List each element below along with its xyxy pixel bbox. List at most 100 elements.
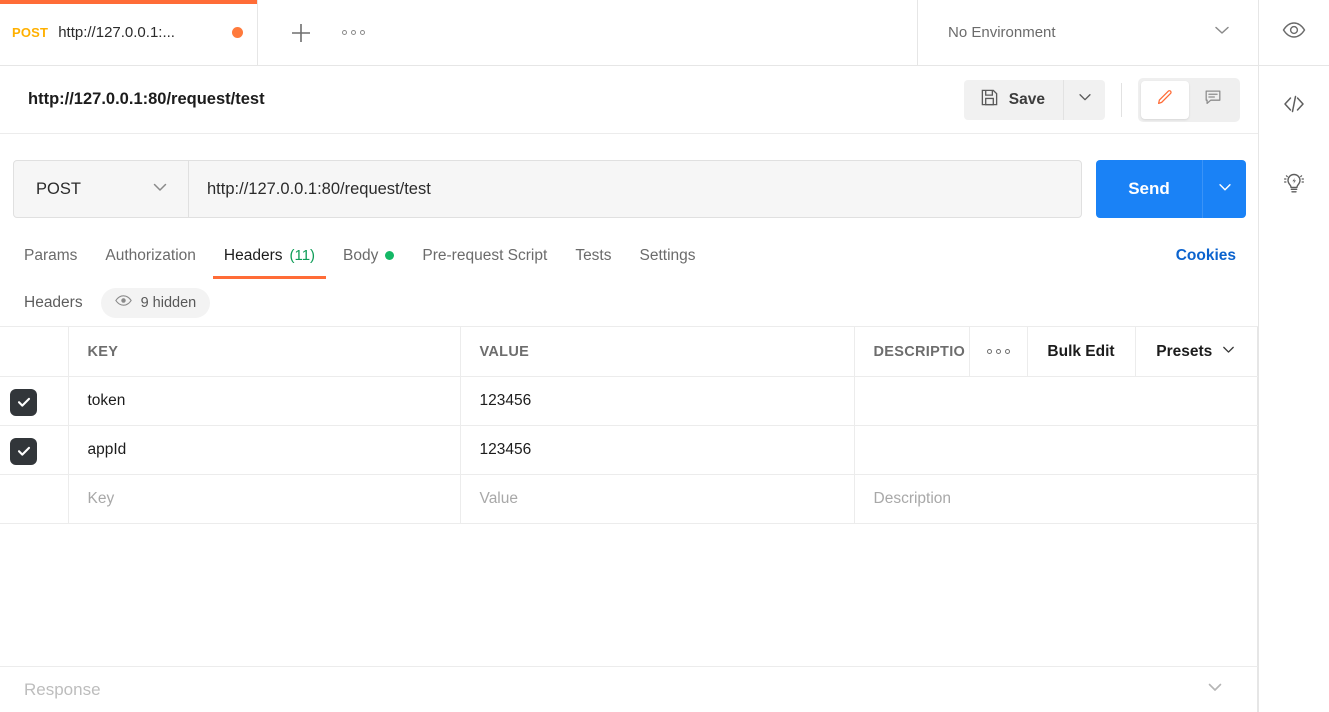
response-expand-button[interactable] [1205,677,1239,702]
body-present-dot-icon [385,251,395,260]
row-value-value: 123456 [479,441,532,458]
tab-authorization[interactable]: Authorization [91,232,209,279]
tab-params[interactable]: Params [24,232,91,279]
table-row: token 123456 [0,376,1258,426]
row-enabled-checkbox[interactable] [10,437,37,465]
code-snippet-button[interactable] [1259,66,1329,146]
row-value-cell[interactable]: 123456 [460,376,855,426]
save-options-button[interactable] [1063,79,1105,120]
request-tab[interactable]: POST http://127.0.0.1:... [0,0,258,65]
url-field-group: POST [13,160,1082,218]
presets-button[interactable]: Presets [1135,327,1258,377]
table-empty-space [0,524,1257,666]
empty-row-key-cell[interactable]: Key [68,474,461,524]
empty-row-value-placeholder: Value [479,490,519,507]
select-all-cell [0,327,69,377]
row-description-cell[interactable] [854,425,1258,475]
http-method-label: POST [36,179,81,198]
row-description-cell[interactable] [854,376,1258,426]
row-key-cell[interactable]: appId [68,425,461,475]
response-title: Response [24,679,101,699]
send-button[interactable]: Send [1096,160,1202,218]
environment-selector[interactable]: No Environment [918,0,1258,65]
tab-tests[interactable]: Tests [561,232,625,279]
request-name-region: http://127.0.0.1:80/request/test Save [0,66,1329,146]
bulk-edit-button[interactable]: Bulk Edit [1027,327,1136,377]
column-header-description-label: DESCRIPTIO [873,343,966,360]
request-tab-title: http://127.0.0.1:... [58,24,175,41]
http-method-select[interactable]: POST [14,161,189,217]
table-more-options-button[interactable] [969,327,1028,377]
request-tabs-spacer [710,232,1176,279]
save-button[interactable]: Save [963,79,1063,120]
url-row: POST Send [0,146,1258,232]
row-enabled-checkbox[interactable] [10,388,37,416]
lightbulb-icon [1280,170,1308,203]
table-row-empty: Key Value Description [0,474,1258,524]
response-region: Response [0,666,1329,712]
empty-row-description-placeholder: Description [873,490,952,507]
send-group: Send [1096,160,1246,218]
new-tab-button[interactable] [288,20,314,46]
headers-section-title: Headers [24,293,83,311]
toolbar-divider [1121,82,1122,117]
save-group: Save [963,79,1105,120]
tab-pre-request-script-label: Pre-request Script [422,246,548,264]
right-rail-filler-response [1258,666,1329,712]
tab-more-options-icon[interactable] [342,30,365,35]
column-header-value-label: VALUE [479,343,530,360]
tab-tests-label: Tests [575,246,612,264]
hidden-headers-toggle[interactable]: 9 hidden [100,287,211,318]
tab-settings-label: Settings [639,246,696,264]
column-header-key: KEY [68,327,461,377]
request-tabs-region: Params Authorization Headers (11) Body P… [0,232,1329,279]
chevron-down-icon [1212,20,1232,45]
headers-table-body: token 123456 appId 123456 Key Value Desc… [0,376,1258,524]
postman-app-window: POST http://127.0.0.1:... No Environment… [0,0,1329,712]
headers-table-region: KEY VALUE DESCRIPTIO Bulk Edit Presets t… [0,327,1329,666]
main-column-top: POST http://127.0.0.1:... No Environment [0,0,1258,66]
request-tab-method: POST [12,25,49,40]
chevron-down-icon [1220,341,1237,363]
floppy-disk-icon [980,88,999,112]
empty-row-value-cell[interactable]: Value [460,474,855,524]
response-bar[interactable]: Response [0,666,1258,712]
comment-icon [1203,87,1223,112]
row-value-cell[interactable]: 123456 [460,425,855,475]
row-key-cell[interactable]: token [68,376,461,426]
tab-pre-request-script[interactable]: Pre-request Script [408,232,561,279]
bulk-edit-label: Bulk Edit [1047,342,1115,360]
tab-authorization-label: Authorization [105,246,196,264]
row-key-value: appId [87,441,127,458]
tab-body-label: Body [343,246,379,264]
empty-row-checkbox-cell [0,474,69,524]
eye-icon [114,294,132,311]
tab-body[interactable]: Body [329,232,408,279]
column-header-value: VALUE [460,327,855,377]
view-toggle-group [1138,77,1240,122]
comments-button[interactable] [1189,81,1237,119]
postbot-button[interactable] [1259,146,1329,226]
right-rail-filler-subhead [1258,279,1329,327]
environment-quick-look-button[interactable] [1258,0,1329,66]
chevron-down-icon [150,177,170,202]
tab-headers[interactable]: Headers (11) [210,232,329,279]
send-options-button[interactable] [1202,160,1246,218]
pencil-icon [1155,87,1175,112]
tab-settings[interactable]: Settings [626,232,710,279]
empty-row-key-placeholder: Key [87,490,115,507]
empty-row-description-cell[interactable]: Description [854,474,1258,524]
url-input[interactable] [189,161,1081,217]
tab-params-label: Params [24,246,78,264]
hidden-headers-count: 9 hidden [140,294,197,311]
headers-subheader: Headers 9 hidden [0,279,1258,327]
row-enabled-checkbox-cell [0,376,69,426]
table-header-row: KEY VALUE DESCRIPTIO Bulk Edit Presets [0,327,1258,377]
right-rail-filler-table [1258,327,1329,666]
row-value-value: 123456 [479,392,532,409]
cookies-link[interactable]: Cookies [1176,232,1240,279]
request-tabs: Params Authorization Headers (11) Body P… [0,232,1258,279]
edit-mode-button[interactable] [1141,80,1189,119]
column-header-key-label: KEY [87,343,119,360]
right-rail-filler-tabs [1258,232,1329,279]
